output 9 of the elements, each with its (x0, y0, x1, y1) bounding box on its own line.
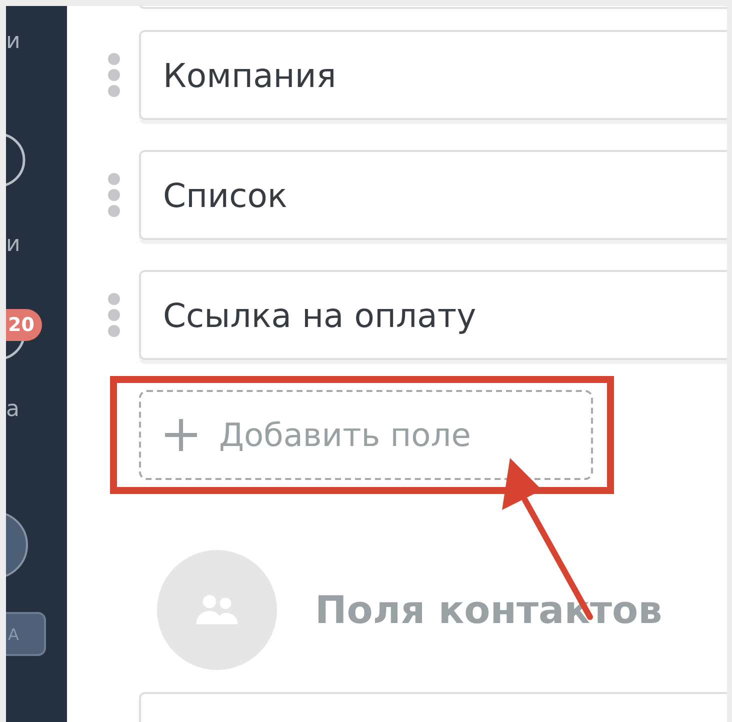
nav-label[interactable]: и (6, 232, 20, 258)
count-badge: 20 (6, 309, 42, 341)
people-icon (194, 594, 240, 626)
nav-label[interactable]: а (6, 397, 20, 423)
drag-handle-icon[interactable] (107, 172, 121, 218)
drag-handle-icon[interactable] (107, 292, 121, 338)
drag-handle-icon[interactable] (107, 52, 121, 98)
plus-icon (163, 417, 199, 453)
nav-label[interactable]: и (6, 29, 20, 55)
